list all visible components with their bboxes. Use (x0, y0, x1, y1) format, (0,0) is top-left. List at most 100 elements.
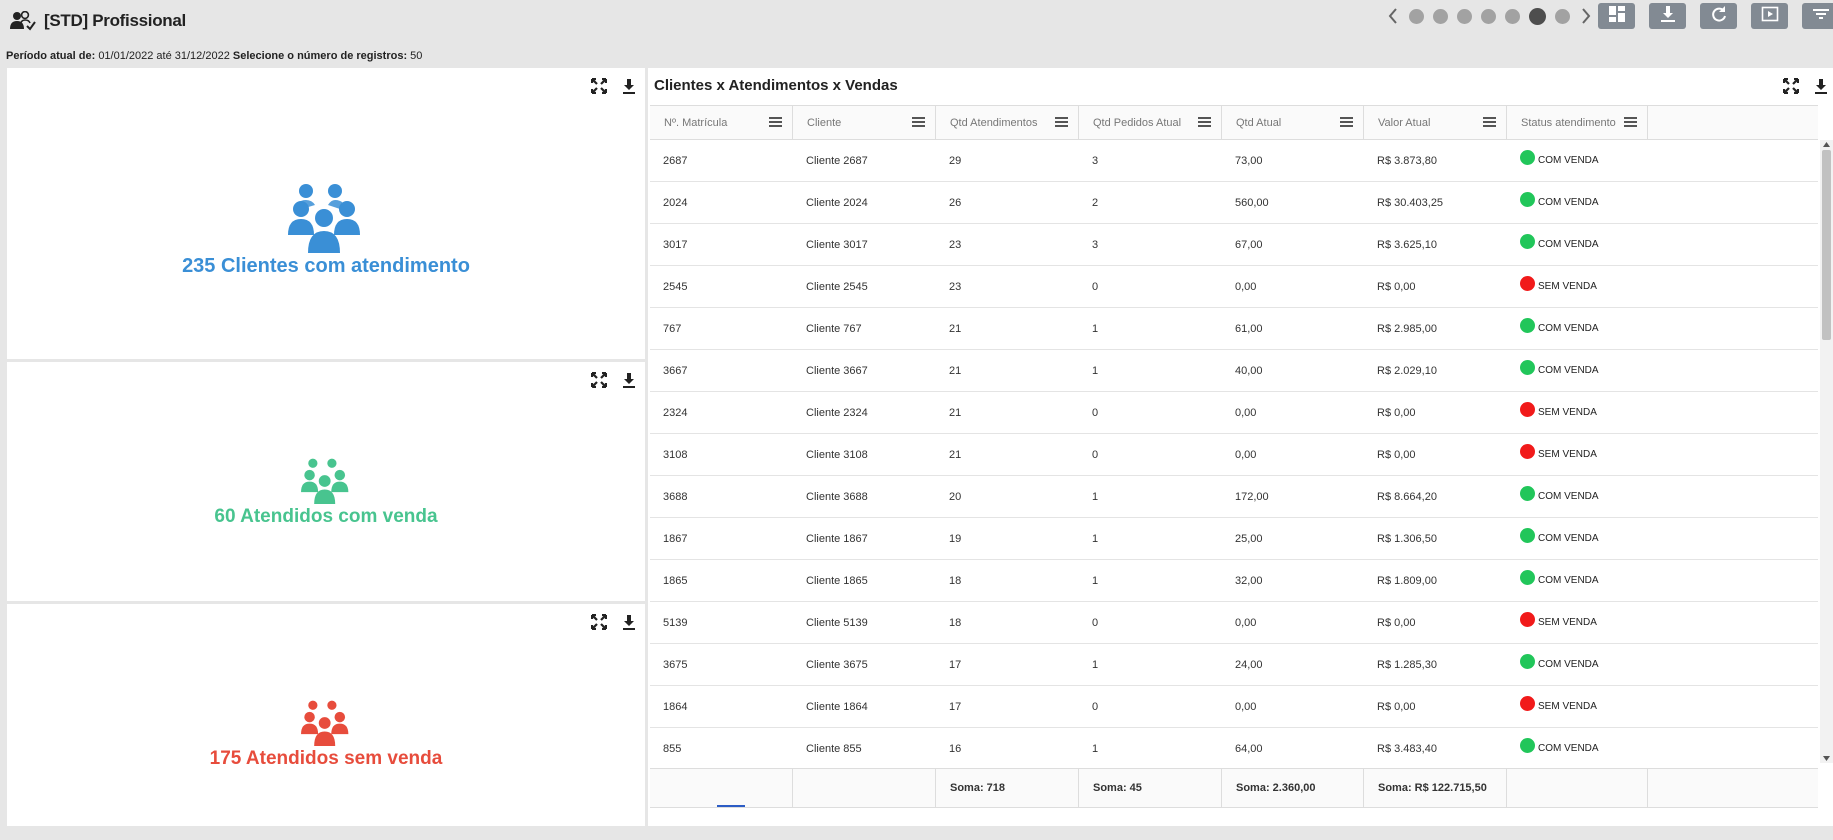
vertical-scrollbar[interactable] (1820, 140, 1833, 763)
table-cell: 2324 (663, 406, 688, 419)
status-text: SEM VENDA (1538, 701, 1597, 712)
table-cell: Cliente 3688 (806, 490, 868, 503)
column-menu-icon[interactable] (912, 117, 925, 128)
scroll-thumb[interactable] (1822, 150, 1831, 340)
footer-sum-cell: Soma: 2.360,00 (1222, 769, 1364, 807)
table-cell: 20 (949, 490, 962, 503)
column-menu-icon[interactable] (769, 117, 782, 128)
download-icon[interactable] (621, 372, 637, 388)
table-cell: 0 (1092, 448, 1099, 461)
table-cell: 767 (663, 322, 682, 335)
refresh-button[interactable] (1700, 3, 1737, 29)
table-row[interactable]: 2687 Cliente 2687 29 3 73,00 R$ 3.873,80 COM V… (650, 140, 1818, 182)
layout-button[interactable] (1598, 3, 1635, 29)
table-row[interactable]: 855 Cliente 855 16 1 64,00 R$ 3.483,40 COM VEN… (650, 728, 1818, 768)
column-menu-icon[interactable] (1483, 117, 1496, 128)
scroll-down-icon[interactable] (1822, 755, 1831, 763)
table-cell: Cliente 1864 (806, 700, 868, 713)
table-cell: Cliente 2687 (806, 154, 868, 167)
table-panel: Clientes x Atendimentos x Vendas Nº. Mat… (648, 68, 1833, 826)
table-row[interactable]: 2024 Cliente 2024 26 2 560,00 R$ 30.403,25 COM… (650, 182, 1818, 224)
table-cell: 0,00 (1235, 448, 1257, 461)
users-group-icon (7, 700, 645, 746)
table-row[interactable]: 3675 Cliente 3675 17 1 24,00 R$ 1.285,30 COM V… (650, 644, 1818, 686)
records-value[interactable]: 50 (410, 50, 422, 62)
column-header-label: Qtd Atendimentos (950, 116, 1038, 129)
table-row[interactable]: 3017 Cliente 3017 23 3 67,00 R$ 3.625,10 COM V… (650, 224, 1818, 266)
table-cell: 21 (949, 322, 962, 335)
status-dot-icon (1520, 654, 1535, 669)
kpi-text: 175 Atendidos sem venda (209, 748, 443, 769)
column-header[interactable]: Qtd Atual (1222, 106, 1364, 139)
pager-dot-2[interactable] (1433, 8, 1448, 24)
column-header[interactable]: Cliente (793, 106, 936, 139)
pager-next-icon[interactable] (1579, 6, 1593, 26)
table-row[interactable]: 3108 Cliente 3108 21 0 0,00 R$ 0,00 SEM VENDA (650, 434, 1818, 476)
column-menu-icon[interactable] (1340, 117, 1353, 128)
pager-prev-icon[interactable] (1386, 6, 1400, 26)
scroll-up-icon[interactable] (1822, 140, 1831, 148)
table-row[interactable]: 3688 Cliente 3688 20 1 172,00 R$ 8.664,20 COM … (650, 476, 1818, 518)
table-cell: 32,00 (1235, 574, 1263, 587)
expand-icon[interactable] (591, 78, 607, 94)
presentation-button[interactable] (1751, 3, 1788, 29)
pager-dot-4[interactable] (1481, 8, 1496, 24)
pager-dot-5[interactable] (1505, 8, 1520, 24)
filter-button[interactable] (1802, 3, 1833, 29)
table-cell: 1 (1092, 532, 1099, 545)
pager-dot-1[interactable] (1409, 8, 1424, 24)
expand-icon[interactable] (591, 372, 607, 388)
status-dot-icon (1520, 570, 1535, 585)
column-menu-icon[interactable] (1055, 117, 1068, 128)
kpi-atendidos-sem-venda: 175 Atendidos sem venda (7, 700, 645, 770)
table-cell: R$ 2.985,00 (1377, 322, 1437, 335)
table-row[interactable]: 1867 Cliente 1867 19 1 25,00 R$ 1.306,50 COM V… (650, 518, 1818, 560)
table-row[interactable]: 2324 Cliente 2324 21 0 0,00 R$ 0,00 SEM VENDA (650, 392, 1818, 434)
status-cell: SEM VENDA (1507, 266, 1648, 307)
table-row[interactable]: 2545 Cliente 2545 23 0 0,00 R$ 0,00 SEM VENDA (650, 266, 1818, 308)
table-cell: 23 (949, 280, 962, 293)
column-header-label: Status atendimento (1521, 116, 1616, 129)
table-cell: Cliente 5139 (806, 616, 868, 629)
table-row[interactable]: 5139 Cliente 5139 18 0 0,00 R$ 0,00 SEM VENDA (650, 602, 1818, 644)
table-cell: 1 (1092, 490, 1099, 503)
grid-body[interactable]: 2687 Cliente 2687 29 3 73,00 R$ 3.873,80 COM V… (650, 140, 1818, 768)
column-menu-icon[interactable] (1198, 117, 1211, 128)
expand-icon[interactable] (591, 614, 607, 630)
status-dot-icon (1520, 276, 1535, 291)
table-cell: 560,00 (1235, 196, 1269, 209)
table-cell: 1 (1092, 658, 1099, 671)
table-cell: R$ 1.809,00 (1377, 574, 1437, 587)
table-cell: 0 (1092, 700, 1099, 713)
table-cell: 3667 (663, 364, 688, 377)
download-icon[interactable] (621, 78, 637, 94)
table-cell: 172,00 (1235, 490, 1269, 503)
table-row[interactable]: 3667 Cliente 3667 21 1 40,00 R$ 2.029,10 COM V… (650, 350, 1818, 392)
status-text: COM VENDA (1538, 533, 1599, 544)
table-row[interactable]: 767 Cliente 767 21 1 61,00 R$ 2.985,00 COM VEN… (650, 308, 1818, 350)
pager-dot-6[interactable] (1529, 7, 1546, 25)
table-cell: R$ 0,00 (1377, 448, 1416, 461)
table-row[interactable]: 1864 Cliente 1864 17 0 0,00 R$ 0,00 SEM VENDA (650, 686, 1818, 728)
column-header[interactable]: Status atendimento (1507, 106, 1648, 139)
status-cell: SEM VENDA (1507, 602, 1648, 643)
pager-dot-7[interactable] (1555, 8, 1570, 24)
status-dot-icon (1520, 444, 1535, 459)
download-icon[interactable] (1813, 78, 1829, 94)
table-row[interactable]: 1865 Cliente 1865 18 1 32,00 R$ 1.809,00 COM V… (650, 560, 1818, 602)
column-header[interactable]: Valor Atual (1364, 106, 1507, 139)
column-header[interactable]: Nº. Matrícula (650, 106, 793, 139)
status-cell: COM VENDA (1507, 350, 1648, 391)
expand-icon[interactable] (1783, 78, 1799, 94)
table-cell: 0 (1092, 280, 1099, 293)
download-icon (1659, 5, 1677, 28)
column-menu-icon[interactable] (1624, 117, 1637, 128)
table-cell: 2687 (663, 154, 688, 167)
column-header[interactable]: Qtd Pedidos Atual (1079, 106, 1222, 139)
table-cell: Cliente 3667 (806, 364, 868, 377)
download-button[interactable] (1649, 3, 1686, 29)
pager-dot-3[interactable] (1457, 8, 1472, 24)
download-icon[interactable] (621, 614, 637, 630)
status-cell: COM VENDA (1507, 182, 1648, 223)
column-header[interactable]: Qtd Atendimentos (936, 106, 1079, 139)
